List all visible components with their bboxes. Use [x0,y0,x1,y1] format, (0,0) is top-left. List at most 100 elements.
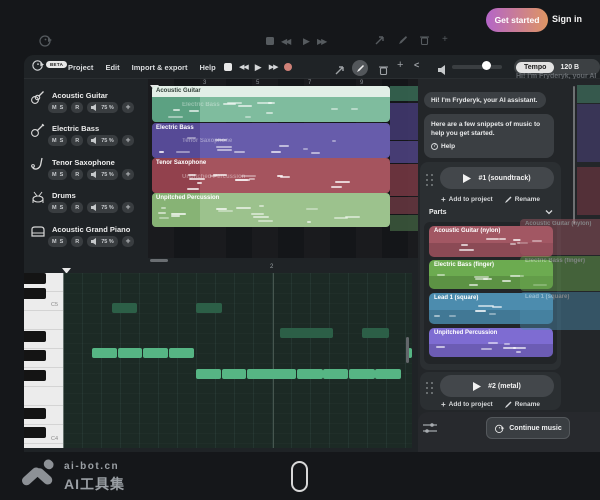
add-to-project-button[interactable]: +Add to project [441,400,493,409]
piano-note[interactable] [92,348,117,358]
track-tenor-saxophone[interactable]: Tenor Saxophone MS R 75 % ✛ [28,155,148,188]
volume-slider[interactable] [452,65,502,69]
ghost-part: Electric Bass (finger) [520,256,600,291]
record-arm-button[interactable]: R [71,135,83,146]
add-to-project-button[interactable]: +Add to project [441,195,493,204]
piano-note[interactable] [143,348,168,358]
track-acoustic-guitar[interactable]: Acoustic Guitar MS R 75 % ✛ [28,88,148,121]
transport-controls: ◀◀ ▶ ▶▶ [224,58,292,76]
piano-note[interactable] [362,328,389,338]
piano-note[interactable] [280,328,333,338]
piano-note[interactable] [169,348,194,358]
sign-in-link[interactable]: Sign in [552,14,582,24]
part-unpitched-percussion[interactable]: Unpitched Percussion [429,328,553,357]
mute-solo-buttons[interactable]: MS [48,169,67,180]
piano-keys[interactable]: C5 C4 [24,273,63,448]
piano-note[interactable] [112,303,137,313]
play-button[interactable]: ▶ [255,62,262,73]
piano-note[interactable] [297,369,323,379]
stop-button[interactable] [224,63,232,71]
parts-header[interactable]: Parts [429,209,553,216]
track-volume[interactable]: 75 % [87,135,118,146]
get-started-button[interactable]: Get started [486,8,548,32]
continue-music-button[interactable]: Continue music [486,417,570,439]
piano-roll-grid[interactable] [63,273,412,448]
track-options-button[interactable]: ✛ [122,135,135,146]
track-electric-bass[interactable]: Electric Bass MS R 75 % ✛ [28,121,148,154]
mute-solo-buttons[interactable]: MS [48,135,67,146]
ghost-clip-label: Tenor Saxophone [182,138,232,144]
track-acoustic-grand-piano[interactable]: Acoustic Grand Piano MS R 75 % ✛ [28,222,148,255]
piano-note[interactable] [196,303,222,313]
piano-note[interactable] [375,369,401,379]
track-options-button[interactable]: ✛ [122,236,135,247]
assistant-intro-bubble: Here are a few snippets of music to help… [424,114,554,158]
track-volume[interactable]: 75 % [87,102,118,113]
rename-button[interactable]: Rename [505,401,540,408]
pencil-icon [505,196,512,203]
snippet-play-button[interactable]: #2 (metal) [440,375,554,397]
volume-slider-knob[interactable] [482,61,491,70]
black-key[interactable] [24,370,46,381]
clip-header: Acoustic Guitar [152,86,390,97]
share-button[interactable]: < [414,60,419,70]
ghost-fragment [577,85,600,103]
play-icon [473,382,481,391]
drag-handle-icon[interactable] [426,382,434,396]
delete-tool-button[interactable] [379,62,388,80]
pointer-tool-button[interactable] [335,62,345,80]
piano-note[interactable] [118,348,142,358]
menu-edit[interactable]: Edit [105,63,119,72]
record-arm-button[interactable]: R [71,236,83,247]
track-volume[interactable]: 75 % [87,169,118,180]
snippet-play-button[interactable]: #1 (soundtrack) [440,167,554,189]
track-options-button[interactable]: ✛ [122,102,135,113]
clip-unpitched-percussion[interactable]: Unpitched Percussion [152,193,390,227]
fast-forward-button[interactable]: ▶▶ [269,63,278,71]
app-logo-icon [494,423,505,434]
piano-roll-ruler[interactable]: 2 [24,262,412,273]
track-volume[interactable]: 75 % [87,202,118,213]
track-volume[interactable]: 75 % [87,236,118,247]
black-key[interactable] [24,331,46,342]
stop-icon [266,37,274,45]
ghost-fragment [577,167,600,215]
vertical-scrollbar[interactable] [406,337,409,363]
record-arm-button[interactable]: R [71,202,83,213]
ghost-fragment [390,215,418,231]
filters-icon[interactable] [423,421,437,439]
record-button[interactable] [284,63,292,71]
panel-scrollbar[interactable] [573,86,575,224]
mute-solo-buttons[interactable]: MS [48,202,67,213]
track-options-button[interactable]: ✛ [122,169,135,180]
add-tool-button[interactable]: + [397,59,403,71]
mute-solo-buttons[interactable]: MS [48,102,67,113]
menu-project[interactable]: Project [68,63,93,72]
black-key[interactable] [24,350,46,361]
snippet-card-2[interactable]: #2 (metal) +Add to project Rename [420,372,561,410]
piano-note[interactable] [222,369,246,379]
black-key[interactable] [24,273,46,284]
mute-solo-buttons[interactable]: MS [48,236,67,247]
ghost-fragment [390,197,418,214]
drag-handle-icon[interactable] [426,174,434,188]
piano-note[interactable] [247,369,296,379]
rewind-button[interactable]: ◀◀ [239,63,248,71]
pencil-tool-button[interactable] [352,60,368,76]
menu-help[interactable]: Help [199,63,215,72]
black-key[interactable] [24,408,46,419]
track-options-button[interactable]: ✛ [122,202,135,213]
ghost-part: Acoustic Guitar (nylon) [520,219,600,255]
piano-note[interactable] [323,369,348,379]
piano-note[interactable] [349,369,375,379]
menu-import-export[interactable]: Import & export [132,63,188,72]
record-arm-button[interactable]: R [71,102,83,113]
arrangement-timeline[interactable]: 3 5 7 9 Acoustic Guitar Electric Bass El… [148,79,418,258]
record-arm-button[interactable]: R [71,169,83,180]
volume-icon[interactable] [438,62,448,80]
rename-button[interactable]: Rename [505,196,540,203]
piano-note[interactable] [196,369,221,379]
black-key[interactable] [24,288,46,299]
help-link[interactable]: ? Help [431,142,547,151]
track-drums[interactable]: Drums MS R 75 % ✛ [28,188,148,221]
